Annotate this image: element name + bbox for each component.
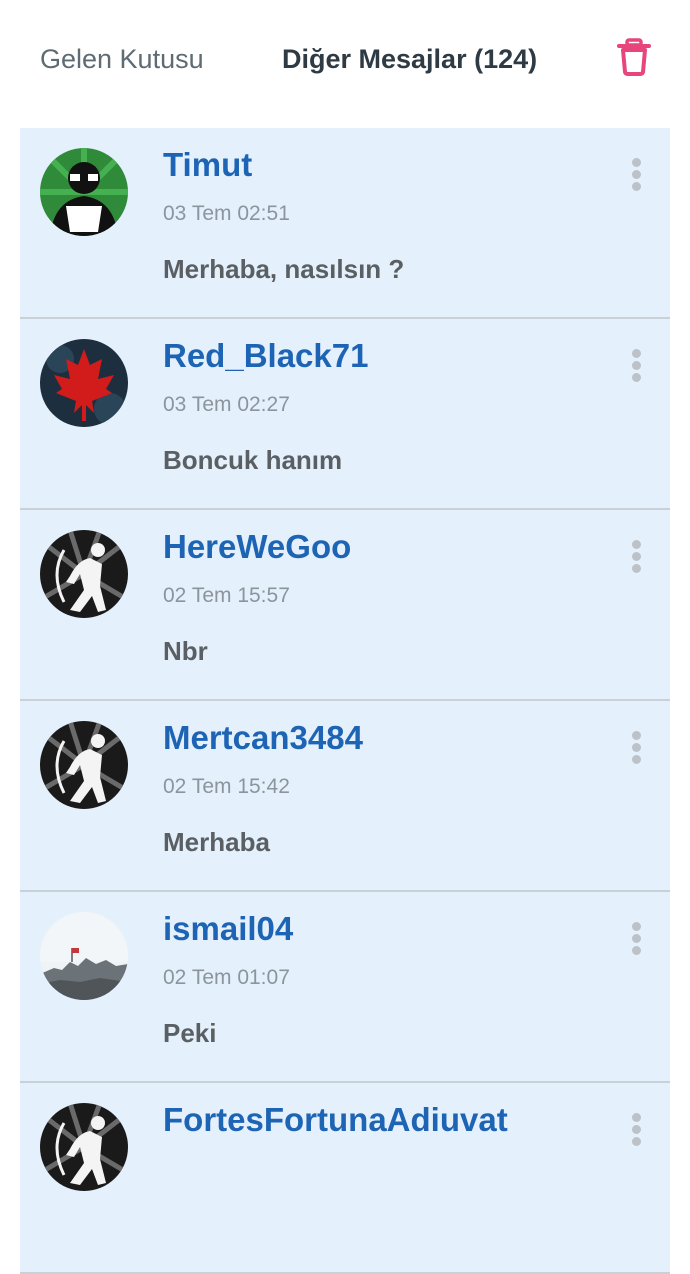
username[interactable]: ismail04 bbox=[163, 910, 293, 948]
tab-other-messages[interactable]: Diğer Mesajlar (124) bbox=[282, 44, 537, 75]
archer-avatar-icon bbox=[40, 530, 128, 618]
avatar[interactable] bbox=[40, 912, 128, 1000]
username[interactable]: Timut bbox=[163, 146, 252, 184]
more-options-icon[interactable] bbox=[628, 1113, 644, 1147]
more-options-icon[interactable] bbox=[628, 349, 644, 383]
message-list: Timut 03 Tem 02:51 Merhaba, nasılsın ? R… bbox=[20, 128, 670, 1274]
more-options-icon[interactable] bbox=[628, 731, 644, 765]
message-time: 02 Tem 15:42 bbox=[163, 775, 290, 798]
tab-inbox[interactable]: Gelen Kutusu bbox=[40, 44, 204, 75]
message-time: 02 Tem 01:07 bbox=[163, 966, 290, 989]
archer-avatar-icon bbox=[40, 721, 128, 809]
message-item[interactable]: Mertcan3484 02 Tem 15:42 Merhaba bbox=[20, 701, 670, 892]
message-item[interactable]: Red_Black71 03 Tem 02:27 Boncuk hanım bbox=[20, 319, 670, 510]
more-options-icon[interactable] bbox=[628, 540, 644, 574]
message-preview: Peki bbox=[163, 1018, 217, 1048]
message-item[interactable]: HereWeGoo 02 Tem 15:57 Nbr bbox=[20, 510, 670, 701]
avatar[interactable] bbox=[40, 721, 128, 809]
avatar[interactable] bbox=[40, 339, 128, 427]
message-preview: Merhaba bbox=[163, 827, 270, 857]
message-time: 03 Tem 02:27 bbox=[163, 393, 290, 416]
message-item[interactable]: Timut 03 Tem 02:51 Merhaba, nasılsın ? bbox=[20, 128, 670, 319]
castle-avatar-icon bbox=[40, 912, 128, 1000]
archer-avatar-icon bbox=[40, 1103, 128, 1191]
maple-leaf-avatar-icon bbox=[40, 339, 128, 427]
username[interactable]: Red_Black71 bbox=[163, 337, 368, 375]
message-preview: Nbr bbox=[163, 636, 208, 666]
username[interactable]: HereWeGoo bbox=[163, 528, 351, 566]
message-item[interactable]: ismail04 02 Tem 01:07 Peki bbox=[20, 892, 670, 1083]
avatar[interactable] bbox=[40, 148, 128, 236]
hacker-avatar-icon bbox=[40, 148, 128, 236]
header: Gelen Kutusu Diğer Mesajlar (124) bbox=[0, 0, 690, 125]
username[interactable]: Mertcan3484 bbox=[163, 719, 363, 757]
message-preview: Merhaba, nasılsın ? bbox=[163, 254, 405, 284]
username[interactable]: FortesFortunaAdiuvat bbox=[163, 1101, 508, 1139]
message-preview: Boncuk hanım bbox=[163, 445, 343, 475]
more-options-icon[interactable] bbox=[628, 158, 644, 192]
trash-icon[interactable] bbox=[614, 38, 654, 78]
avatar[interactable] bbox=[40, 1103, 128, 1191]
avatar[interactable] bbox=[40, 530, 128, 618]
message-time: 02 Tem 15:57 bbox=[163, 584, 290, 607]
more-options-icon[interactable] bbox=[628, 922, 644, 956]
message-time: 03 Tem 02:51 bbox=[163, 202, 290, 225]
message-item[interactable]: FortesFortunaAdiuvat bbox=[20, 1083, 670, 1274]
